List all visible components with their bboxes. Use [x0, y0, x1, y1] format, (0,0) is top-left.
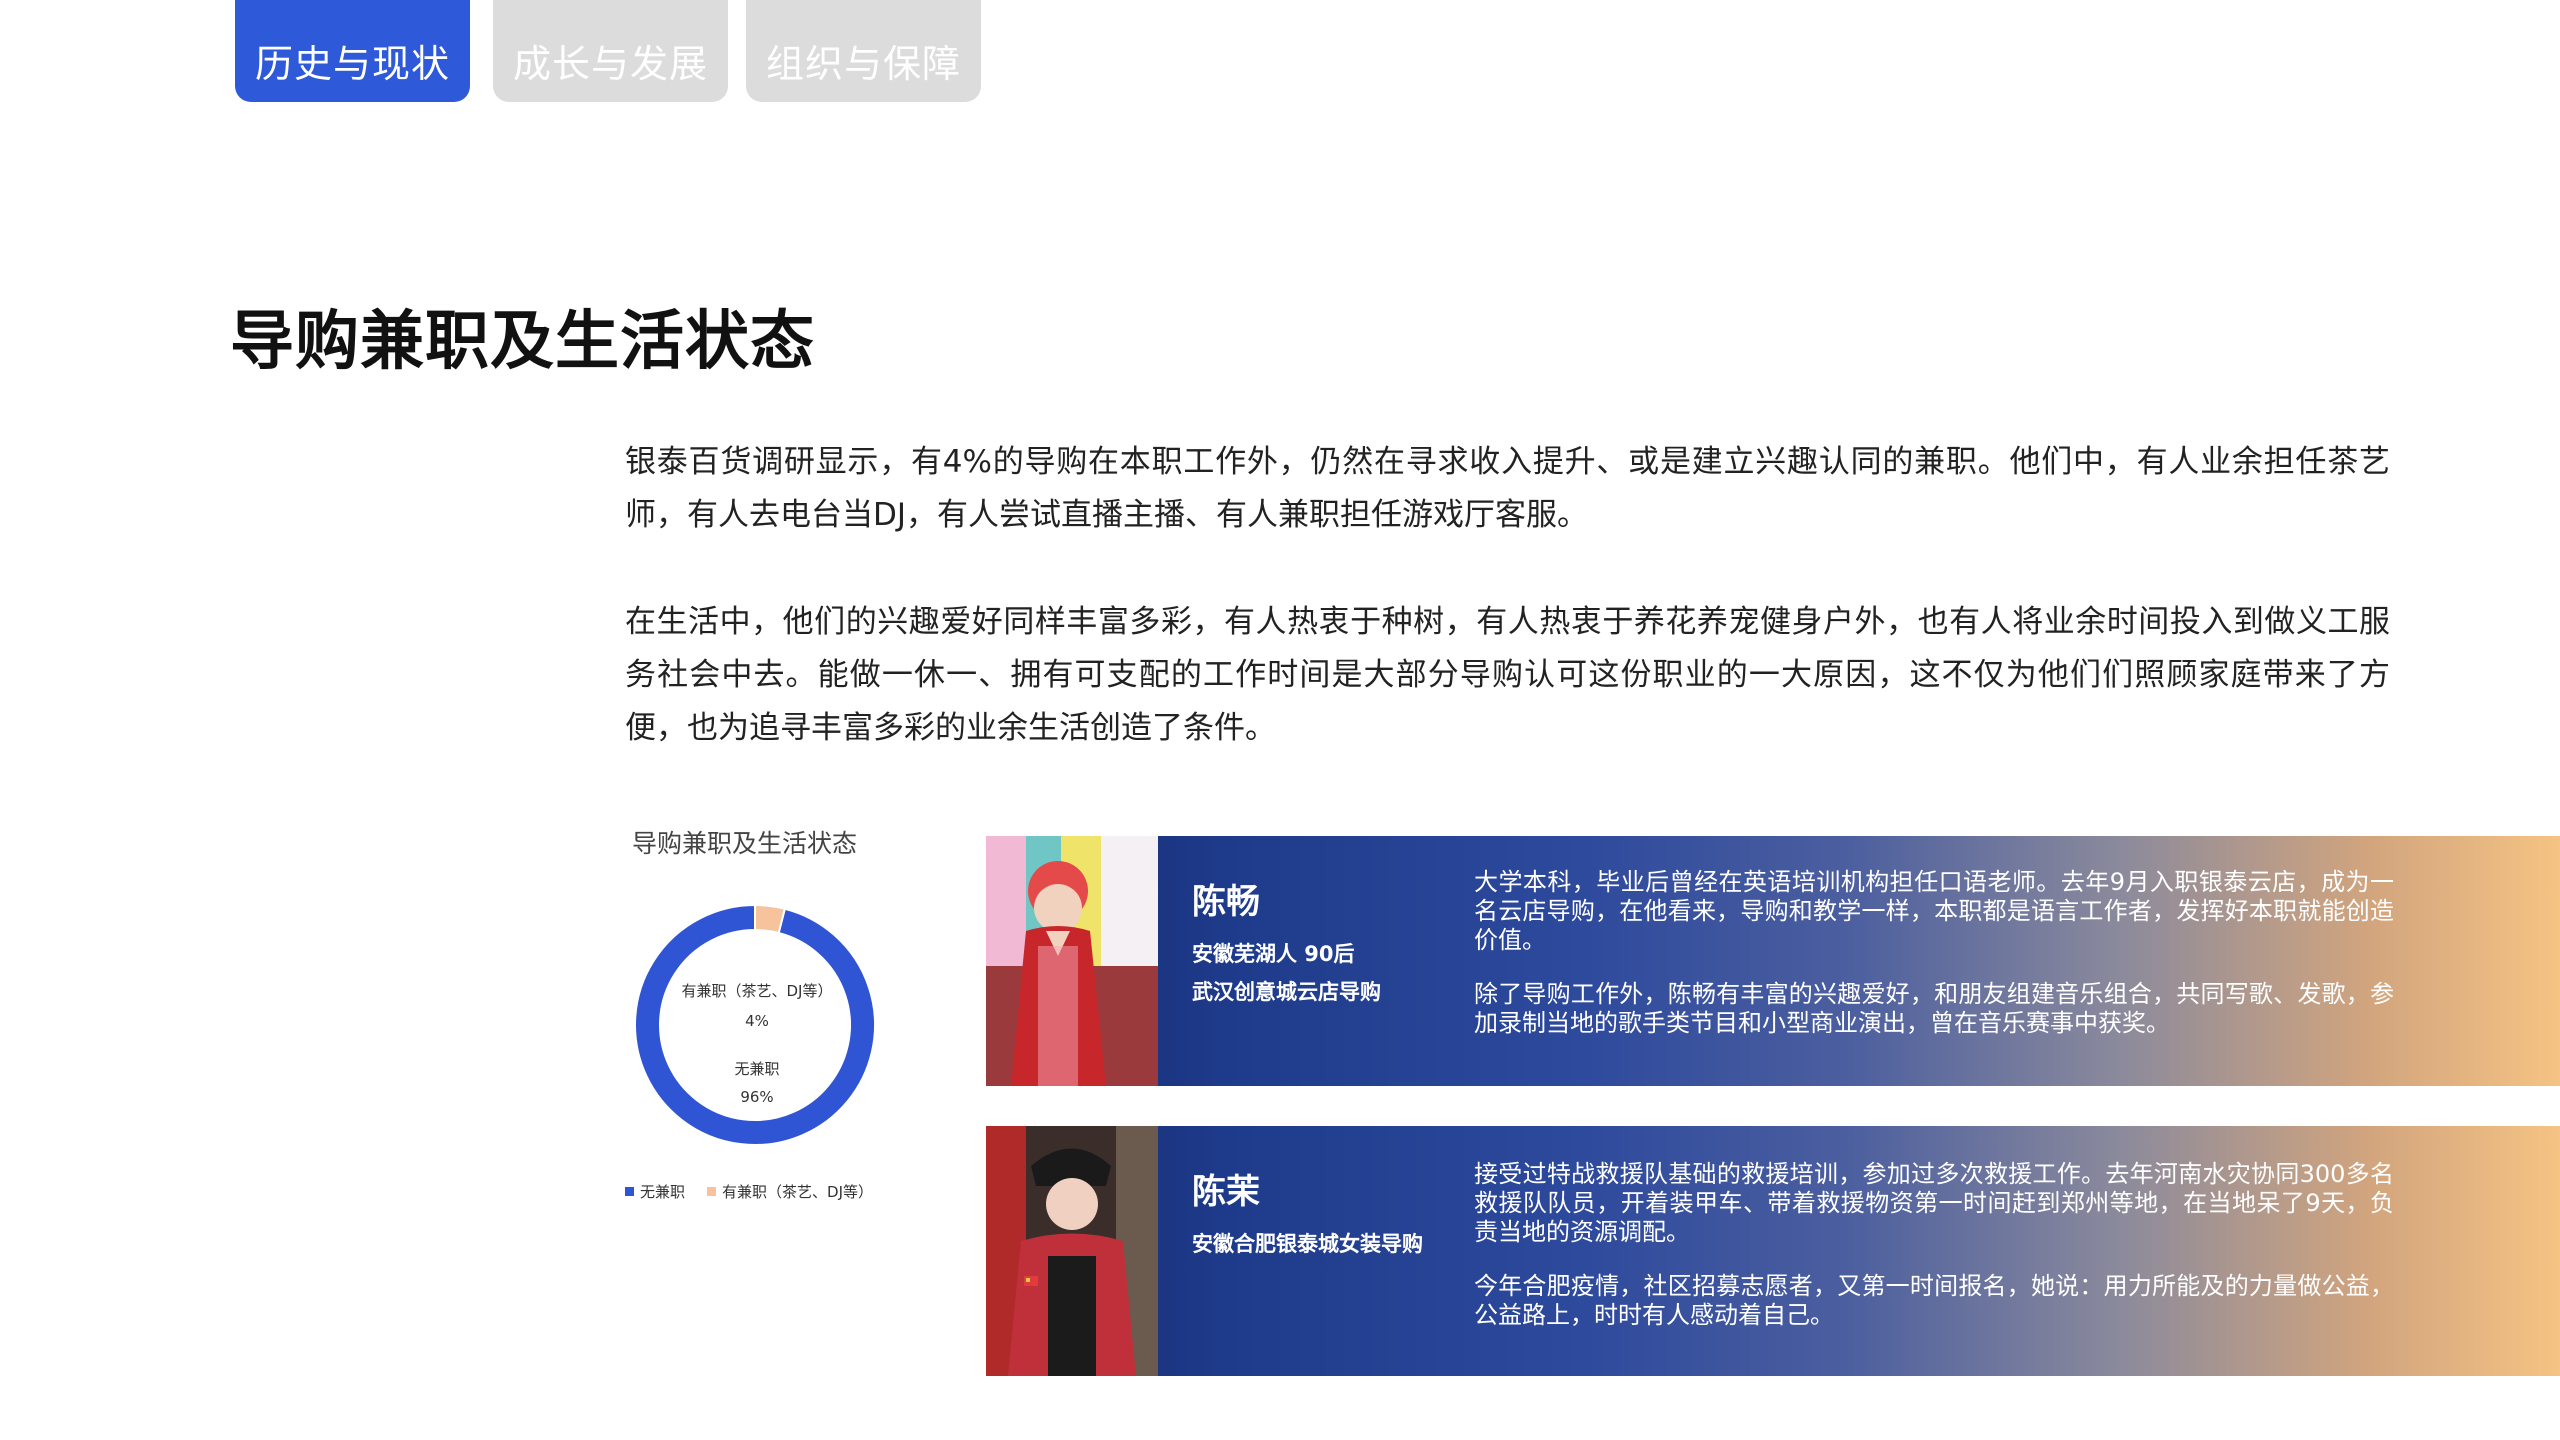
- slice-label-no-part-time: 无兼职: [734, 1060, 779, 1078]
- profile-desc-2: 除了导购工作外，陈畅有丰富的兴趣爱好，和朋友组建音乐组合，共同写歌、发歌，参加录…: [1474, 980, 2394, 1037]
- profile-meta-line-2: 武汉创意城云店导购: [1192, 980, 1381, 1004]
- profile-name: 陈畅: [1192, 882, 1260, 922]
- body-paragraph-2: 在生活中，他们的兴趣爱好同样丰富多彩，有人热衷于种树，有人热衷于养花养宠健身户外…: [625, 604, 2390, 746]
- slice-value-part-time: 4%: [745, 1012, 769, 1030]
- legend-swatch-peach: [707, 1187, 717, 1196]
- tab-organization-guarantee[interactable]: 组织与保障: [746, 0, 981, 102]
- profile-name: 陈茉: [1192, 1172, 1260, 1212]
- slice-label-part-time: 有兼职（茶艺、DJ等）: [682, 982, 833, 1000]
- chart-legend: 无兼职 有兼职（茶艺、DJ等）: [625, 1181, 873, 1202]
- tab-growth-development[interactable]: 成长与发展: [493, 0, 728, 102]
- body-paragraph-1: 银泰百货调研显示，有4%的导购在本职工作外，仍然在寻求收入提升、或是建立兴趣认同…: [625, 444, 2390, 533]
- profile-desc-1: 接受过特战救援队基础的救援培训，参加过多次救援工作。去年河南水灾协同300多名救…: [1474, 1160, 2394, 1246]
- legend-swatch-blue: [625, 1187, 634, 1196]
- profile-desc-2: 今年合肥疫情，社区招募志愿者，又第一时间报名，她说：用力所能及的力量做公益，公益…: [1474, 1272, 2394, 1329]
- profile-card-chen-chang: 陈畅 安徽芜湖人 90后 武汉创意城云店导购 大学本科，毕业后曾经在英语培训机构…: [986, 836, 2560, 1086]
- page-title: 导购兼职及生活状态: [230, 305, 815, 379]
- profile-meta-line-1: 安徽合肥银泰城女装导购: [1192, 1232, 1423, 1256]
- legend-item-part-time: 有兼职（茶艺、DJ等）: [707, 1181, 873, 1202]
- donut-chart: 有兼职（茶艺、DJ等） 4% 无兼职 96%: [634, 903, 876, 1146]
- legend-label: 有兼职（茶艺、DJ等）: [722, 1183, 873, 1201]
- legend-label: 无兼职: [640, 1183, 686, 1201]
- profile-card-chen-mo: 陈茉 安徽合肥银泰城女装导购 接受过特战救援队基础的救援培训，参加过多次救援工作…: [986, 1126, 2560, 1376]
- legend-item-no-part-time: 无兼职: [625, 1181, 685, 1202]
- profile-photo: [986, 836, 1158, 1086]
- tab-history-status[interactable]: 历史与现状: [235, 0, 470, 102]
- chart-title: 导购兼职及生活状态: [632, 829, 858, 858]
- donut-slice-1: [754, 903, 787, 935]
- profile-desc-1: 大学本科，毕业后曾经在英语培训机构担任口语老师。去年9月入职银泰云店，成为一名云…: [1474, 868, 2394, 954]
- slice-value-no-part-time: 96%: [740, 1088, 773, 1106]
- profile-photo: [986, 1126, 1158, 1376]
- profile-meta-line-1: 安徽芜湖人 90后: [1192, 942, 1355, 966]
